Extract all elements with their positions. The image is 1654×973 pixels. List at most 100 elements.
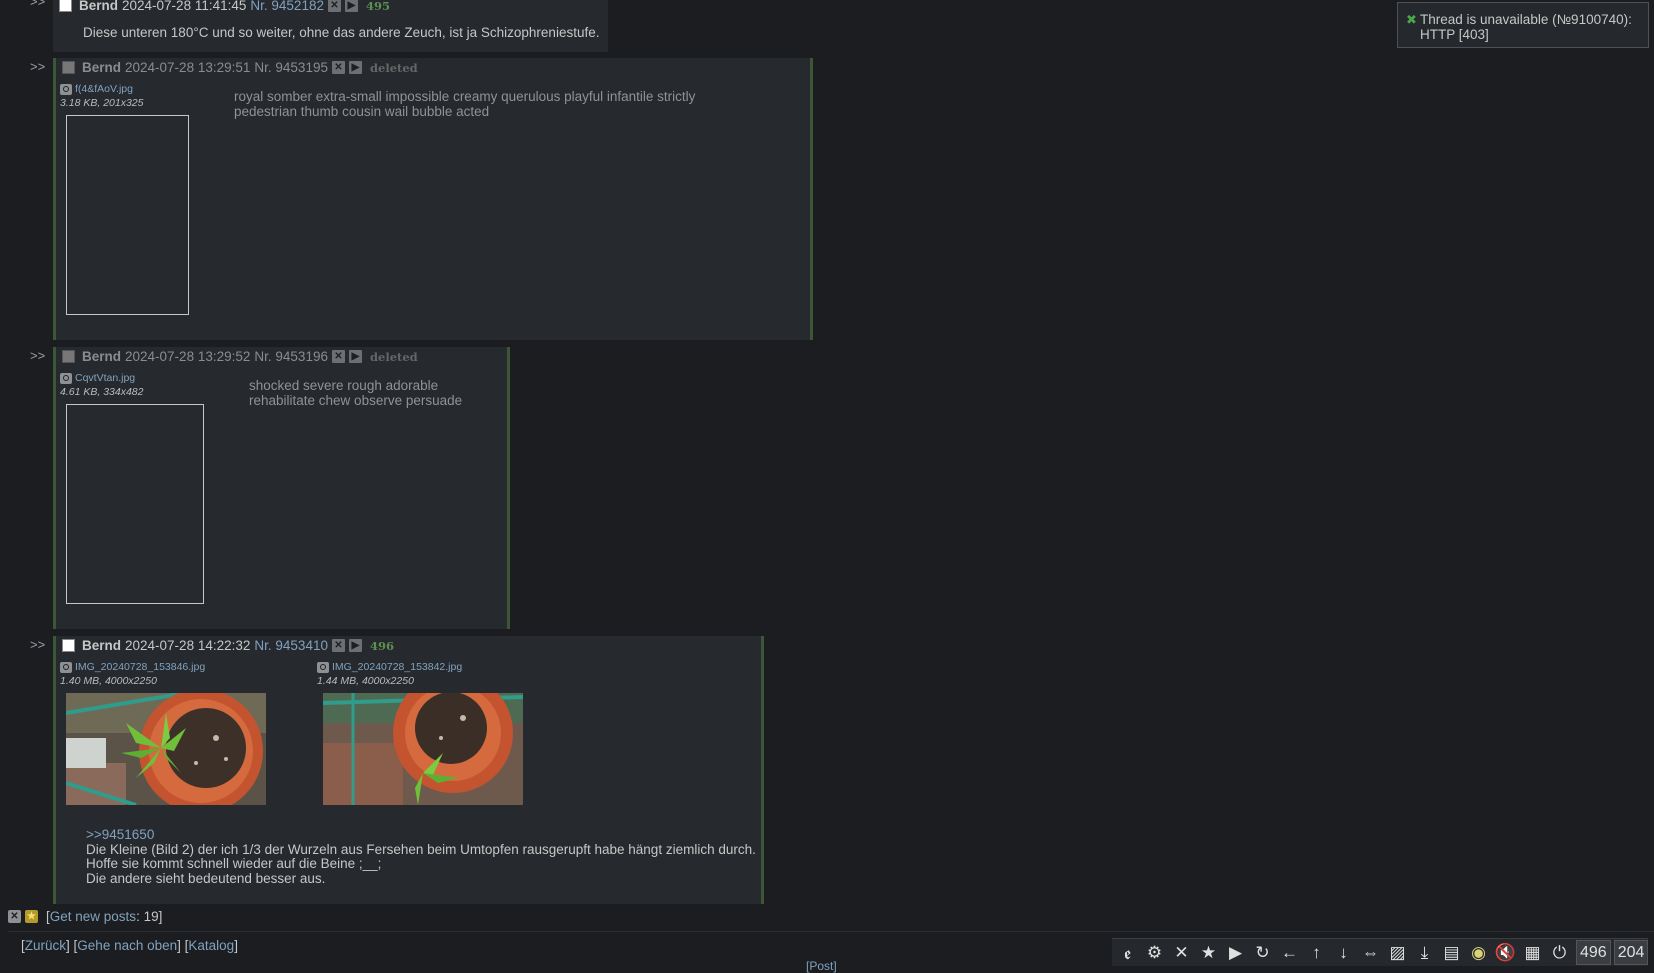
- message-line: Die andere sieht bedeutend besser aus.: [86, 870, 326, 886]
- notification-toast: ✖ Thread is unavailable (№9100740): HTTP…: [1397, 2, 1649, 48]
- post-9453196: Bernd 2024-07-28 13:29:52 Nr. 9453196 ✕ …: [53, 347, 510, 629]
- file-meta: 4.61 KB, 334x482: [60, 386, 144, 398]
- go-to-top-link[interactable]: Gehe nach oben: [77, 938, 177, 953]
- message-line: Hoffe sie kommt schnell wieder auf die B…: [86, 856, 382, 871]
- power-icon[interactable]: ⏻: [1546, 939, 1573, 966]
- deleted-marker: deleted: [369, 349, 418, 364]
- post-header: Bernd 2024-07-28 14:22:32 Nr. 9453410 ✕ …: [62, 638, 394, 653]
- arrow-up-icon[interactable]: ↑: [1303, 939, 1330, 966]
- file-meta: 1.44 MB, 4000x2250: [317, 675, 414, 687]
- file-info: IMG_20240728_153846.jpg 1.40 MB, 4000x22…: [60, 661, 205, 687]
- message-line: shocked severe rough adorable: [249, 378, 439, 393]
- post-menu-icon[interactable]: ▶: [348, 639, 362, 652]
- post-9453195: Bernd 2024-07-28 13:29:51 Nr. 9453195 ✕ …: [53, 58, 813, 340]
- image-thumbnail[interactable]: [66, 404, 204, 604]
- file-count-badge: 204: [1613, 940, 1649, 965]
- refresh-icon[interactable]: ↻: [1249, 939, 1276, 966]
- plant-photo-2: [323, 693, 523, 805]
- deleted-marker: deleted: [369, 60, 418, 75]
- hide-post-icon[interactable]: ✕: [331, 61, 345, 74]
- backlink-arrows[interactable]: >>: [30, 637, 45, 652]
- post-message: >>9451650 Die Kleine (Bild 2) der ich 1/…: [86, 827, 756, 886]
- backlink-arrows[interactable]: >>: [30, 0, 45, 9]
- file-name-link[interactable]: IMG_20240728_153842.jpg: [317, 661, 462, 673]
- post-header: Bernd 2024-07-28 11:41:45 Nr. 9452182 ✕ …: [59, 0, 390, 13]
- catalog-link[interactable]: Katalog: [188, 938, 234, 953]
- post-checkbox[interactable]: [62, 639, 75, 652]
- post-menu-icon[interactable]: ▶: [344, 0, 358, 12]
- file-meta: 1.40 MB, 4000x2250: [60, 675, 157, 687]
- quote-link[interactable]: >>9451650: [86, 827, 756, 843]
- mute-icon[interactable]: 🔇: [1492, 939, 1519, 966]
- post-number-link[interactable]: Nr. 9453196: [254, 349, 328, 364]
- magnify-icon[interactable]: [317, 661, 329, 673]
- plant-photo-1: [66, 693, 266, 805]
- post-menu-icon[interactable]: ▶: [348, 61, 362, 74]
- magnify-icon[interactable]: [60, 661, 72, 673]
- plant-photo-thumbnail[interactable]: [66, 693, 266, 805]
- expand-width-icon[interactable]: ⇔: [1357, 939, 1384, 966]
- file-name-link[interactable]: IMG_20240728_153846.jpg: [60, 661, 205, 673]
- hide-post-icon[interactable]: ✕: [331, 639, 345, 652]
- post-menu-icon[interactable]: ▶: [348, 350, 362, 363]
- post-date: 2024-07-28 13:29:51: [125, 60, 251, 75]
- eye-icon[interactable]: ◉: [1465, 939, 1492, 966]
- file-info: f(4&fAoV.jpg 3.18 KB, 201x325: [60, 83, 143, 109]
- arrow-left-icon[interactable]: ←: [1276, 939, 1303, 966]
- post-checkbox[interactable]: [62, 61, 75, 74]
- new-posts-count: 19: [143, 909, 159, 924]
- arrow-down-icon[interactable]: ↓: [1330, 939, 1357, 966]
- post-number-link[interactable]: Nr. 9453195: [254, 60, 328, 75]
- file-name-link[interactable]: f(4&fAoV.jpg: [60, 83, 143, 95]
- post-form-link[interactable]: [Post]: [806, 959, 837, 973]
- post-message: Diese unteren 180°C und so weiter, ohne …: [83, 25, 600, 40]
- grid-icon[interactable]: ▦: [1519, 939, 1546, 966]
- divider: [8, 931, 1654, 932]
- back-link[interactable]: Zurück: [25, 938, 66, 953]
- post-checkbox[interactable]: [59, 0, 72, 12]
- hide-post-icon[interactable]: ✕: [327, 0, 341, 12]
- close-icon[interactable]: ✕: [8, 910, 21, 923]
- new-posts-bar: ✕ ★ [Get new posts: 19]: [8, 909, 162, 924]
- magnify-icon[interactable]: [60, 372, 72, 384]
- star-icon[interactable]: ★: [25, 910, 38, 923]
- post-date: 2024-07-28 14:22:32: [125, 638, 251, 653]
- image-toggle-icon[interactable]: ▨: [1384, 939, 1411, 966]
- post-message: shocked severe rough adorable rehabilita…: [249, 378, 463, 408]
- backlink-arrows[interactable]: >>: [30, 348, 45, 363]
- save-icon[interactable]: ▤: [1438, 939, 1465, 966]
- post-checkbox[interactable]: [62, 350, 75, 363]
- magnify-icon[interactable]: [60, 83, 72, 95]
- post-number-link[interactable]: Nr. 9452182: [250, 0, 324, 13]
- file-name-link[interactable]: CqvtVtan.jpg: [60, 372, 143, 384]
- logo-icon[interactable]: ꬲ: [1114, 939, 1141, 966]
- image-thumbnail[interactable]: [66, 115, 189, 315]
- backlink-arrows[interactable]: >>: [30, 59, 45, 74]
- gear-icon[interactable]: ⚙: [1141, 939, 1168, 966]
- post-9453410: Bernd 2024-07-28 14:22:32 Nr. 9453410 ✕ …: [53, 636, 764, 904]
- play-icon[interactable]: ▶: [1222, 939, 1249, 966]
- post-9452182: Bernd 2024-07-28 11:41:45 Nr. 9452182 ✕ …: [53, 0, 608, 52]
- file-info: IMG_20240728_153842.jpg 1.44 MB, 4000x22…: [317, 661, 462, 687]
- post-number-link[interactable]: Nr. 9453410: [254, 638, 328, 653]
- get-new-posts-link[interactable]: Get new posts: [50, 909, 136, 924]
- message-line: Die Kleine (Bild 2) der ich 1/3 der Wurz…: [86, 841, 756, 857]
- post-count-badge: 496: [1576, 940, 1611, 965]
- star-icon[interactable]: ★: [1195, 939, 1222, 966]
- new-posts-text: [Get new posts: 19]: [46, 909, 163, 924]
- hide-post-icon[interactable]: ✕: [331, 350, 345, 363]
- notification-text: Thread is unavailable (№9100740): HTTP […: [1420, 12, 1632, 42]
- poster-name: Bernd: [82, 638, 122, 653]
- message-line: rehabilitate chew observe persuade: [249, 392, 463, 408]
- poster-name: Bernd: [82, 60, 122, 75]
- close-icon[interactable]: ✕: [1168, 939, 1195, 966]
- post-date: 2024-07-28 11:41:45: [122, 0, 247, 13]
- post-date: 2024-07-28 13:29:52: [125, 349, 251, 364]
- download-icon[interactable]: ⤓: [1411, 939, 1438, 966]
- file-info: CqvtVtan.jpg 4.61 KB, 334x482: [60, 372, 143, 398]
- post-header: Bernd 2024-07-28 13:29:52 Nr. 9453196 ✕ …: [62, 349, 418, 364]
- post-message: royal somber extra-small impossible crea…: [234, 89, 696, 119]
- close-icon[interactable]: ✖: [1406, 12, 1417, 28]
- file-meta: 3.18 KB, 201x325: [60, 97, 144, 109]
- plant-photo-thumbnail[interactable]: [323, 693, 523, 805]
